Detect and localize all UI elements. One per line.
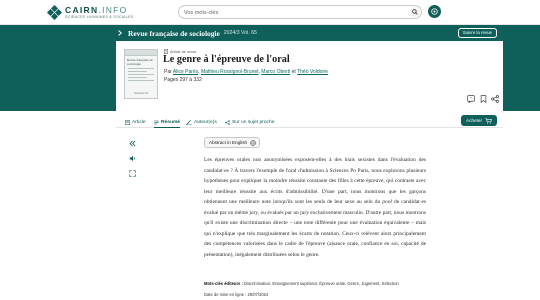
- pen-icon: [186, 120, 192, 125]
- collapse-panel-button[interactable]: [127, 138, 137, 148]
- svg-text:": ": [470, 96, 472, 102]
- share-button[interactable]: [488, 92, 502, 106]
- search-icon: [411, 9, 418, 15]
- tab-authors[interactable]: Auteur(e)s: [186, 117, 217, 128]
- buy-button[interactable]: Acheter: [461, 115, 497, 126]
- tab-article[interactable]: Article: [125, 117, 146, 128]
- article-type-label: Article de revue: [170, 49, 197, 54]
- expand-button[interactable]: [127, 168, 137, 178]
- cart-icon: [485, 117, 492, 124]
- share-icon: [491, 95, 499, 103]
- author-link[interactable]: Marco Oberti: [261, 69, 290, 75]
- cairn-logo-icon: [46, 5, 63, 21]
- globe-icon: [250, 139, 256, 146]
- journal-bar: Revue française de sociologie 2024/3 Vol…: [116, 25, 503, 41]
- journal-title[interactable]: Revue française de sociologie: [128, 29, 220, 38]
- search-box: [178, 5, 422, 19]
- expand-icon: [128, 169, 136, 177]
- publication-date: Date de mise en ligne : 29/07/2024: [204, 292, 269, 297]
- tab-resume[interactable]: Résumé: [154, 117, 181, 128]
- account-button[interactable]: [428, 5, 441, 18]
- author-link[interactable]: Alice Parés: [173, 69, 198, 75]
- chevron-right-icon[interactable]: [118, 30, 122, 36]
- cover-footer: Sciences Po: [133, 92, 149, 95]
- search-button[interactable]: [409, 7, 420, 17]
- bookmark-icon: [480, 95, 486, 103]
- article-title: Le genre à l'épreuve de l'oral: [163, 54, 290, 65]
- journal-issue: 2024/3 Vol. 65: [223, 30, 257, 36]
- top-bar: CAIRN.INFO SCIENCES HUMAINES & SOCIALES: [0, 0, 540, 25]
- authors-line: Par Alice Parés, Mathieu Rossignol-Brune…: [164, 69, 328, 75]
- article-panel: Revue française de sociologie Sciences P…: [116, 41, 503, 300]
- journal-cover-image[interactable]: Revue française de sociologie Sciences P…: [124, 49, 158, 99]
- brand-tagline: SCIENCES HUMAINES & SOCIALES: [65, 14, 134, 19]
- network-icon: [225, 120, 230, 125]
- abstract-text: Les épreuves orales non anonymisées expo…: [204, 157, 426, 258]
- text-icon: [154, 120, 159, 124]
- publisher-keywords: Mots-clés éditeurs : Discrimination, Ens…: [204, 281, 399, 286]
- tab-related[interactable]: Sur un sujet proche: [225, 117, 274, 128]
- page-icon: [125, 120, 130, 125]
- collapse-panel-icon: [129, 140, 135, 146]
- quote-icon: ": [467, 95, 475, 103]
- follow-journal-button[interactable]: Suivre la revue: [457, 28, 497, 38]
- search-input[interactable]: [184, 9, 399, 17]
- brand-name: CAIRN.INFO: [65, 5, 128, 15]
- cover-title: Revue française de sociologie: [127, 58, 153, 67]
- article-tabs: Article Résumé Auteur(e)s Sur un sujet p…: [116, 115, 503, 128]
- audio-button[interactable]: [127, 153, 137, 163]
- page-range: Pages 297 à 332: [164, 77, 202, 83]
- audio-icon: [129, 155, 135, 161]
- author-link[interactable]: Mathieu Rossignol-Brunet: [201, 69, 259, 75]
- side-tools: [127, 138, 137, 183]
- cairn-logo[interactable]: CAIRN.INFO SCIENCES HUMAINES & SOCIALES: [46, 5, 134, 21]
- user-icon: [431, 8, 438, 15]
- author-link[interactable]: Théo Voldoire: [297, 69, 328, 75]
- abstract-english-button[interactable]: Abstract in English: [204, 137, 261, 148]
